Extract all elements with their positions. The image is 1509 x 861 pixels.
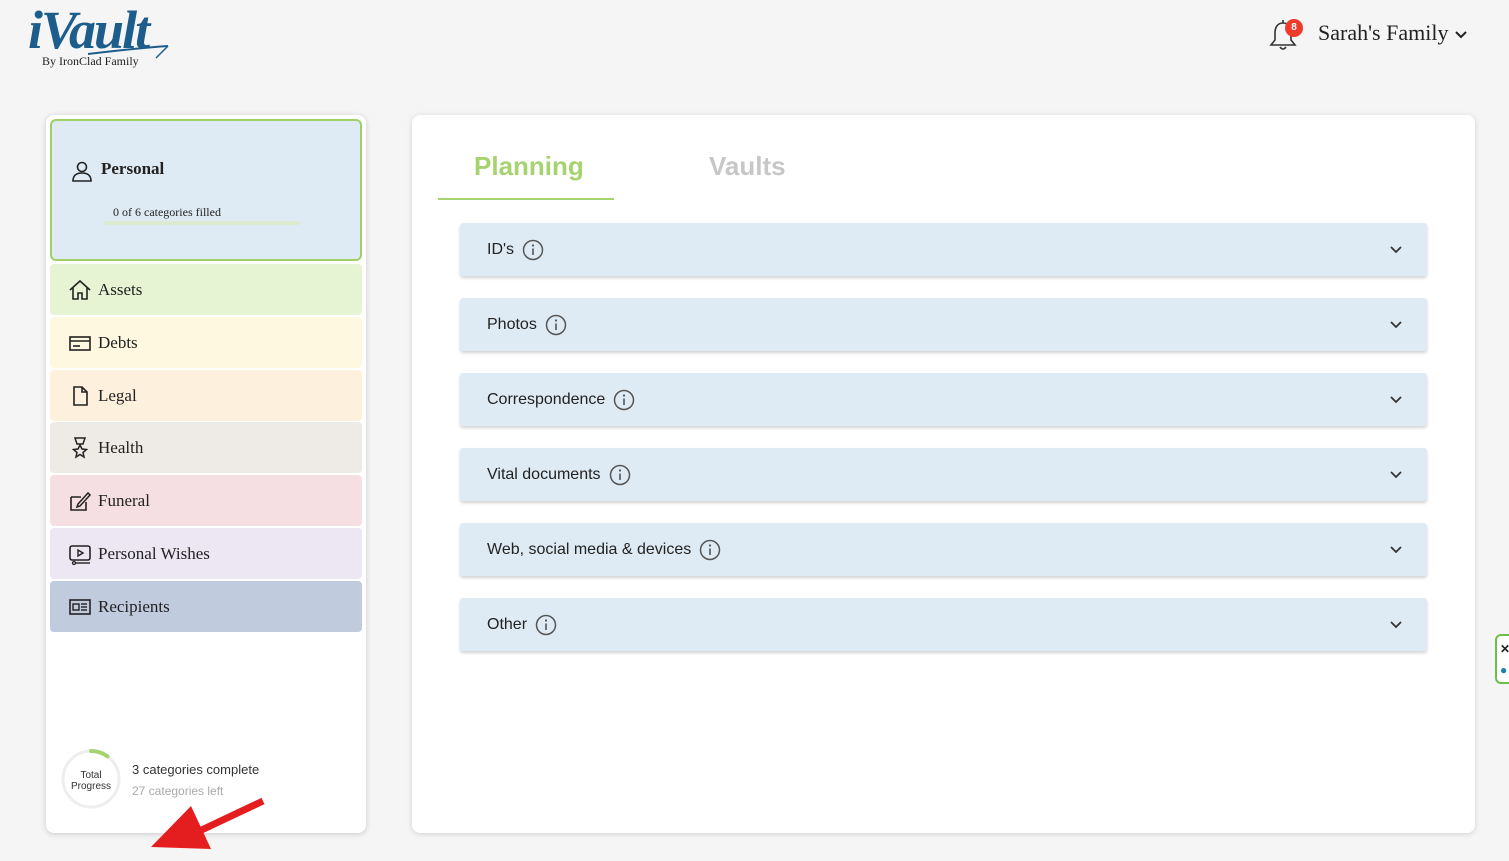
sidebar-item-health[interactable]: Health <box>50 422 362 473</box>
personal-title: Personal <box>101 159 165 178</box>
categories-complete: 3 categories complete <box>132 762 260 777</box>
notification-count-badge[interactable]: 8 <box>1285 19 1303 37</box>
accordion-correspondence[interactable]: Correspondence <box>460 373 1427 426</box>
accordion-photos[interactable]: Photos <box>460 298 1427 351</box>
chevron-down-icon[interactable] <box>1389 620 1403 630</box>
home-icon <box>69 279 91 300</box>
info-icon[interactable] <box>613 389 635 411</box>
sidebar-item-personal-wishes[interactable]: Personal Wishes <box>50 528 362 579</box>
red-annotation-arrow <box>151 797 265 849</box>
logo-tagline: By IronClad Family <box>42 54 139 68</box>
side-help-widget[interactable]: ✕ ● <box>1495 634 1509 684</box>
sidebar-item-label: Personal Wishes <box>98 543 210 563</box>
chat-icon[interactable]: ● <box>1500 663 1507 677</box>
sidebar-item-debts[interactable]: Debts <box>50 317 362 368</box>
accordion-label: Correspondence <box>487 390 606 408</box>
family-selector[interactable]: Sarah's Family <box>1318 20 1468 46</box>
sidebar-item-label: Debts <box>98 332 138 352</box>
accordion-label: Web, social media & devices <box>487 540 692 558</box>
video-player-icon <box>69 544 91 565</box>
chevron-down-icon[interactable] <box>1389 545 1403 555</box>
sidebar-item-label: Legal <box>98 385 137 405</box>
top-bar: iVault By IronClad Family 8 Sarah's Fami… <box>0 0 1509 70</box>
accordion-label: Vital documents <box>487 465 601 483</box>
sidebar-item-label: Assets <box>98 279 143 299</box>
accordion-web-social-media-devices[interactable]: Web, social media & devices <box>460 523 1427 576</box>
chevron-down-icon[interactable] <box>1389 395 1403 405</box>
main-panel: Planning Vaults ID's Photos Corresponden… <box>412 115 1475 833</box>
total-progress-line1: Total <box>80 770 102 781</box>
info-icon[interactable] <box>699 539 721 561</box>
person-icon <box>72 161 92 182</box>
sidebar-item-recipients[interactable]: Recipients <box>50 581 362 632</box>
sidebar-item-label: Health <box>98 437 144 457</box>
total-progress-label: Total Progress <box>60 770 122 792</box>
sidebar-item-legal[interactable]: Legal <box>50 370 362 421</box>
tab-vaults[interactable]: Vaults <box>709 151 786 182</box>
personal-progress-bar <box>104 221 300 225</box>
chevron-down-icon[interactable] <box>1389 320 1403 330</box>
chevron-down-icon[interactable] <box>1389 470 1403 480</box>
accordion-ids[interactable]: ID's <box>460 223 1427 276</box>
total-progress-line2: Progress <box>70 781 111 792</box>
close-icon[interactable]: ✕ <box>1500 642 1509 656</box>
personal-categories-filled: 0 of 6 categories filled <box>113 205 221 219</box>
accordion-label: Photos <box>487 315 537 333</box>
accordion-label: ID's <box>487 240 515 258</box>
accordion-other[interactable]: Other <box>460 598 1427 651</box>
document-icon <box>73 385 88 406</box>
info-icon[interactable] <box>609 464 631 486</box>
info-icon[interactable] <box>535 614 557 636</box>
sidebar-item-personal[interactable]: Personal 0 of 6 categories filled <box>50 119 362 261</box>
sidebar-item-assets[interactable]: Assets <box>50 264 362 315</box>
tab-planning[interactable]: Planning <box>474 151 584 182</box>
award-badge-icon <box>71 436 89 459</box>
chevron-down-icon[interactable] <box>1389 245 1403 255</box>
edit-note-icon <box>70 491 92 511</box>
address-card-icon <box>69 598 91 615</box>
sidebar-item-label: Recipients <box>98 596 170 616</box>
credit-card-icon <box>69 335 91 351</box>
sidebar-item-label: Funeral <box>98 490 150 510</box>
accordion-label: Other <box>487 615 528 633</box>
ivault-logo[interactable]: iVault By IronClad Family <box>28 2 178 72</box>
family-name: Sarah's Family <box>1318 20 1449 45</box>
info-icon[interactable] <box>545 314 567 336</box>
active-tab-underline <box>438 198 614 200</box>
info-icon[interactable] <box>522 239 544 261</box>
accordion-vital-documents[interactable]: Vital documents <box>460 448 1427 501</box>
sidebar: Personal 0 of 6 categories filled Assets… <box>46 115 366 849</box>
chevron-down-icon <box>1455 31 1468 39</box>
sidebar-item-funeral[interactable]: Funeral <box>50 475 362 526</box>
